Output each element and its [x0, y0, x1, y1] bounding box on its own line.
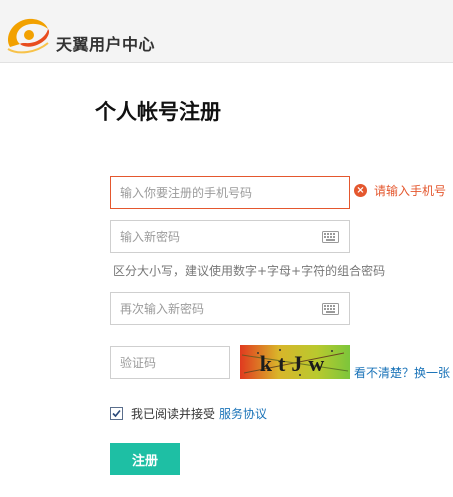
phone-input[interactable]: [111, 177, 349, 208]
register-button[interactable]: 注册: [110, 443, 180, 475]
phone-error: × 请输入手机号: [354, 182, 446, 199]
password-field: [110, 220, 350, 253]
keyboard-icon[interactable]: [322, 230, 339, 243]
captcha-text: ktJw: [260, 351, 330, 376]
check-icon: [112, 409, 121, 418]
page-title: 个人帐号注册: [95, 100, 221, 124]
phone-error-text: 请输入手机号: [374, 184, 447, 198]
confirm-password-input[interactable]: [111, 293, 349, 324]
agreement-row: 我已阅读并接受 服务协议: [110, 405, 267, 422]
captcha-input[interactable]: [111, 347, 229, 378]
service-agreement-link[interactable]: 服务协议: [219, 405, 267, 422]
keyboard-icon[interactable]: [322, 302, 339, 315]
header-bar: 天翼用户中心: [0, 0, 453, 63]
captcha-field: [110, 346, 230, 379]
phone-field: [110, 176, 350, 209]
tianyi-logo-icon: [7, 18, 50, 54]
refresh-captcha-link[interactable]: 看不清楚？换一张: [354, 364, 450, 381]
agreement-checkbox[interactable]: [110, 407, 123, 420]
confirm-password-field: [110, 292, 350, 325]
brand-name: 天翼用户中心: [56, 35, 156, 54]
error-x-icon: ×: [354, 184, 367, 197]
password-input[interactable]: [111, 221, 349, 252]
agreement-text: 我已阅读并接受: [131, 407, 216, 421]
password-hint: 区分大小写，建议使用数字+字母+字符的组合密码: [113, 264, 386, 278]
captcha-image[interactable]: ktJw: [240, 345, 350, 379]
